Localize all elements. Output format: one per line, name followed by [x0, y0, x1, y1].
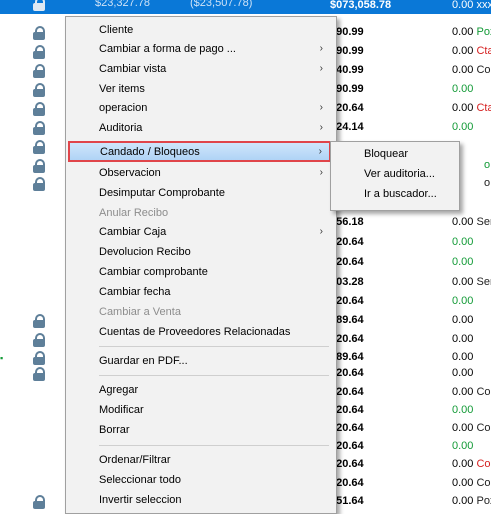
menu-item-seleccionar-todo[interactable]: Seleccionar todo — [69, 470, 331, 490]
menu-item-cambiar-comprobante[interactable]: Cambiar comprobante — [69, 262, 331, 282]
cell-status: o — [484, 177, 491, 189]
menu-item-devolucion-recibo[interactable]: Devolucion Recibo — [69, 242, 331, 262]
lock-icon — [32, 140, 46, 154]
lock-icon — [32, 64, 46, 78]
menu-item-cambiar-venta: Cambiar a Venta — [99, 306, 181, 318]
cell-status: 0.00 — [452, 333, 474, 345]
cell-status: 0.00 Cta C — [452, 102, 491, 114]
table-row-selected[interactable]: $23,327.78 ($23,507.78) $073,058.78 0.00… — [0, 0, 491, 14]
cell-status: 0.00 — [452, 295, 474, 307]
cell-status: 0.00 — [452, 404, 474, 416]
cell-status: 0.00 — [452, 256, 474, 268]
menu-item-invertir-seleccion[interactable]: Invertir seleccion — [69, 490, 331, 510]
cell-status: 0.00 Cons — [452, 386, 491, 398]
cell-hidden-amount: $23,327.78 — [95, 0, 151, 9]
menu-item-observacion[interactable]: Observacion › — [69, 163, 331, 183]
menu-item-ordenar-filtrar[interactable]: Ordenar/Filtrar — [69, 450, 331, 470]
menu-item-cambiar-vista[interactable]: Cambiar vista › — [69, 59, 331, 79]
menu-item-candado-bloqueos[interactable]: Candado / Bloqueos › — [69, 142, 331, 162]
menu-item-guardar-pdf[interactable]: Guardar en PDF... — [69, 351, 331, 371]
cell-status: 0.00 Cons — [452, 477, 491, 489]
lock-icon — [32, 102, 46, 116]
menu-item-cuentas-proveedores[interactable]: Cuentas de Proveedores Relacionadas — [69, 322, 331, 342]
lock-icon — [32, 159, 46, 173]
submenu-item-ir-buscador[interactable]: Ir a buscador... — [334, 184, 454, 204]
lock-icon — [32, 45, 46, 59]
menu-item-cambiar-forma-pago[interactable]: Cambiar a forma de pago ... › — [69, 39, 331, 59]
menu-item-cliente[interactable]: Cliente — [69, 20, 331, 40]
menu-item-agregar[interactable]: Agregar — [69, 380, 331, 400]
menu-item-anular-recibo: Anular Recibo — [99, 207, 169, 219]
chevron-right-icon: › — [319, 43, 323, 54]
lock-icon — [32, 314, 46, 328]
cell-status: 0.00 Cta C — [452, 45, 491, 57]
cell-status: 0.00 Servi — [452, 276, 491, 288]
menu-item-borrar[interactable]: Borrar — [69, 420, 331, 440]
menu-item-cambiar-caja[interactable]: Cambiar Caja › — [69, 222, 331, 242]
chevron-right-icon: › — [319, 167, 323, 178]
cell-status: 0.00 Cons — [452, 458, 491, 470]
menu-item-desimputar[interactable]: Desimputar Comprobante — [69, 183, 331, 203]
menu-item-cambiar-fecha[interactable]: Cambiar fecha — [69, 282, 331, 302]
chevron-right-icon: › — [319, 226, 323, 237]
lock-icon — [32, 121, 46, 135]
lock-icon — [32, 495, 46, 509]
lock-icon — [32, 177, 46, 191]
row-marker-icon: ▪ — [0, 353, 4, 363]
cell-amount: $073,058.78 — [330, 0, 392, 11]
menu-item-auditoria[interactable]: Auditoria › — [69, 118, 331, 138]
cell-status: 0.00 xxx — [452, 0, 491, 11]
menu-item-operacion[interactable]: operacion › — [69, 98, 331, 118]
menu-item-ver-items[interactable]: Ver items — [69, 79, 331, 99]
menu-separator — [99, 375, 329, 376]
lock-icon — [32, 0, 46, 11]
submenu-item-ver-auditoria[interactable]: Ver auditoria... — [334, 164, 454, 184]
submenu-item-bloquear[interactable]: Bloquear — [334, 144, 454, 164]
cell-status: 0.00 — [452, 440, 474, 452]
cell-status: 0.00 Poxis — [452, 495, 491, 507]
lock-icon — [32, 351, 46, 365]
cell-status: 0.00 Cons — [452, 422, 491, 434]
menu-separator — [99, 445, 329, 446]
context-menu: Cliente Cambiar a forma de pago ... › Cam… — [65, 16, 337, 514]
cell-status: 0.00 — [452, 83, 474, 95]
chevron-right-icon: › — [319, 102, 323, 113]
cell-status: 0.00 — [452, 121, 474, 133]
lock-icon — [32, 26, 46, 40]
menu-item-modificar[interactable]: Modificar — [69, 400, 331, 420]
cell-status: 0.00 Cons — [452, 64, 491, 76]
lock-icon — [32, 367, 46, 381]
chevron-right-icon: › — [319, 122, 323, 133]
menu-separator — [99, 346, 329, 347]
chevron-right-icon: › — [318, 146, 322, 157]
cell-status: 0.00 Servi — [452, 216, 491, 228]
cell-status: o — [484, 159, 491, 171]
cell-status: 0.00 — [452, 236, 474, 248]
cell-hidden-balance: ($23,507.78) — [190, 0, 253, 9]
submenu-candado: Bloquear Ver auditoria... Ir a buscador.… — [330, 141, 460, 211]
chevron-right-icon: › — [319, 63, 323, 74]
cell-status: 0.00 Poxis — [452, 26, 491, 38]
cell-status: 0.00 — [452, 367, 474, 379]
cell-status: 0.00 — [452, 314, 474, 326]
lock-icon — [32, 333, 46, 347]
lock-icon — [32, 83, 46, 97]
cell-status: 0.00 — [452, 351, 474, 363]
